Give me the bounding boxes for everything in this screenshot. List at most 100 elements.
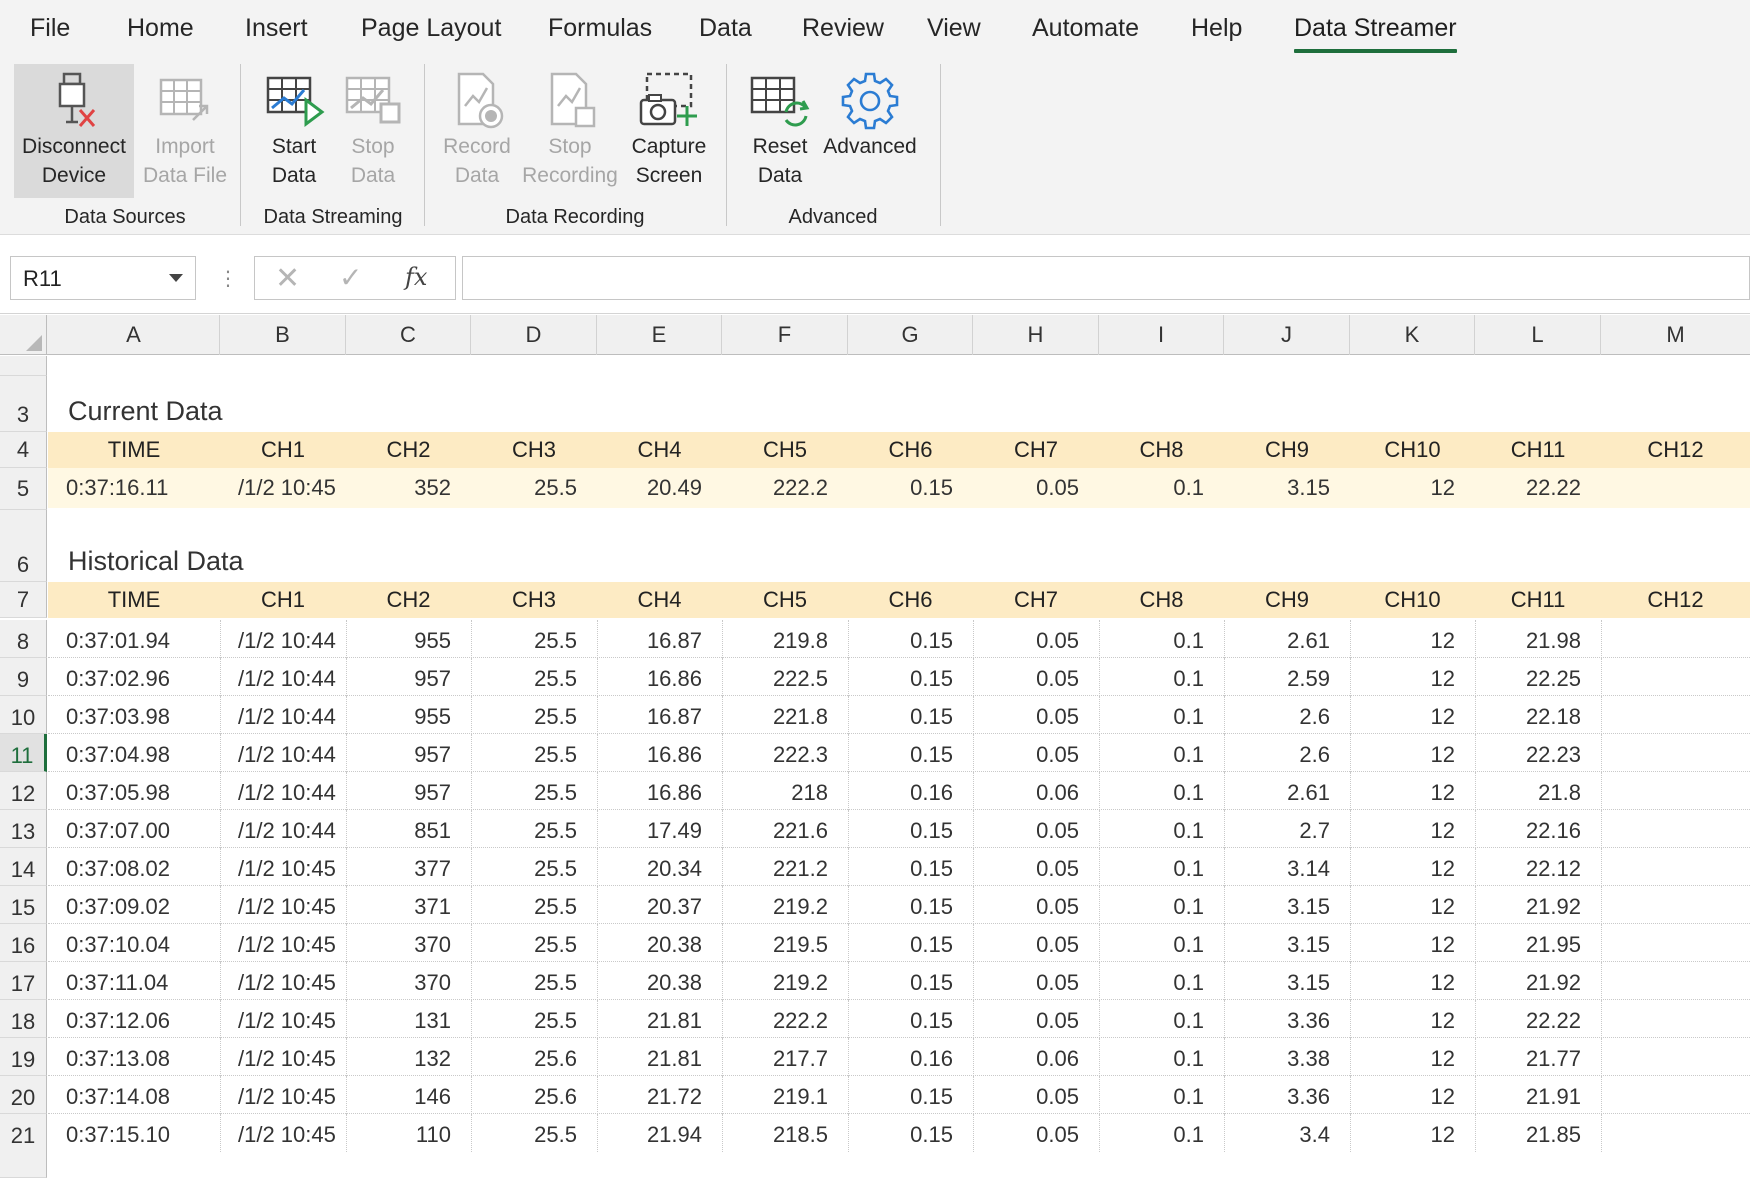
table-cell-h[interactable]: 0.05 (973, 810, 1099, 848)
table-cell-h[interactable]: 0.05 (973, 886, 1099, 924)
table-cell-m[interactable] (1601, 886, 1750, 924)
current-header-cell-b[interactable]: CH1 (220, 432, 346, 468)
row-header-8[interactable]: 8 (0, 620, 47, 658)
table-cell-k[interactable]: 12 (1350, 620, 1475, 658)
table-cell-a[interactable]: 0:37:14.08 (48, 1076, 220, 1114)
row-header-19[interactable]: 19 (0, 1038, 47, 1076)
row-header-3[interactable]: 3 (0, 376, 47, 432)
historical-header-cell-c[interactable]: CH2 (346, 582, 471, 618)
table-cell-l[interactable]: 21.95 (1475, 924, 1601, 962)
table-cell-j[interactable]: 2.6 (1224, 696, 1350, 734)
table-cell-m[interactable] (1601, 1076, 1750, 1114)
table-cell-d[interactable]: 25.5 (471, 810, 597, 848)
row-header-5[interactable]: 5 (0, 468, 47, 510)
table-cell-g[interactable]: 0.15 (848, 848, 973, 886)
historical-data-title[interactable]: Historical Data (68, 546, 244, 577)
table-cell-k[interactable]: 12 (1350, 962, 1475, 1000)
current-cell-j[interactable]: 3.15 (1224, 468, 1350, 508)
table-cell-c[interactable]: 131 (346, 1000, 471, 1038)
table-cell-l[interactable]: 21.92 (1475, 886, 1601, 924)
cancel-icon[interactable]: ✕ (275, 261, 300, 296)
current-header-cell-l[interactable]: CH11 (1475, 432, 1601, 468)
current-cell-l[interactable]: 22.22 (1475, 468, 1601, 508)
table-cell-c[interactable]: 110 (346, 1114, 471, 1152)
row-header-6[interactable]: 6 (0, 510, 47, 582)
table-cell-m[interactable] (1601, 1000, 1750, 1038)
historical-header-cell-e[interactable]: CH4 (597, 582, 722, 618)
row-header-11[interactable]: 11 (0, 734, 47, 772)
row-header-2[interactable] (0, 356, 47, 376)
historical-header-cell-d[interactable]: CH3 (471, 582, 597, 618)
historical-header-cell-b[interactable]: CH1 (220, 582, 346, 618)
table-cell-l[interactable]: 21.92 (1475, 962, 1601, 1000)
table-cell-b[interactable]: /1/2 10:45 (220, 924, 346, 962)
table-cell-g[interactable]: 0.15 (848, 1114, 973, 1152)
row-header-17[interactable]: 17 (0, 962, 47, 1000)
table-cell-b[interactable]: /1/2 10:45 (220, 848, 346, 886)
table-cell-b[interactable]: /1/2 10:45 (220, 1038, 346, 1076)
row-header-10[interactable]: 10 (0, 696, 47, 734)
table-cell-f[interactable]: 219.1 (722, 1076, 848, 1114)
table-cell-g[interactable]: 0.15 (848, 810, 973, 848)
table-cell-d[interactable]: 25.6 (471, 1038, 597, 1076)
table-cell-b[interactable]: /1/2 10:44 (220, 658, 346, 696)
record-data-button[interactable]: Record Data (436, 64, 518, 198)
table-cell-d[interactable]: 25.5 (471, 620, 597, 658)
table-cell-c[interactable]: 132 (346, 1038, 471, 1076)
table-cell-l[interactable]: 22.16 (1475, 810, 1601, 848)
table-cell-d[interactable]: 25.5 (471, 886, 597, 924)
table-cell-b[interactable]: /1/2 10:44 (220, 810, 346, 848)
table-cell-h[interactable]: 0.06 (973, 772, 1099, 810)
historical-header-cell-a[interactable]: TIME (48, 582, 220, 618)
table-cell-k[interactable]: 12 (1350, 1076, 1475, 1114)
table-cell-g[interactable]: 0.15 (848, 734, 973, 772)
row-header-18[interactable]: 18 (0, 1000, 47, 1038)
disconnect-device-button[interactable]: Disconnect Device (14, 64, 134, 198)
table-cell-l[interactable]: 22.18 (1475, 696, 1601, 734)
current-cell-f[interactable]: 222.2 (722, 468, 848, 508)
table-cell-f[interactable]: 222.3 (722, 734, 848, 772)
table-cell-a[interactable]: 0:37:03.98 (48, 696, 220, 734)
current-header-cell-m[interactable]: CH12 (1601, 432, 1750, 468)
table-cell-a[interactable]: 0:37:12.06 (48, 1000, 220, 1038)
row-header-21[interactable]: 21 (0, 1114, 47, 1178)
tab-review[interactable]: Review (802, 14, 884, 43)
table-cell-c[interactable]: 371 (346, 886, 471, 924)
tab-help[interactable]: Help (1191, 14, 1242, 43)
tab-automate[interactable]: Automate (1032, 14, 1139, 43)
table-cell-k[interactable]: 12 (1350, 772, 1475, 810)
table-cell-f[interactable]: 222.2 (722, 1000, 848, 1038)
table-cell-f[interactable]: 221.6 (722, 810, 848, 848)
table-cell-a[interactable]: 0:37:04.98 (48, 734, 220, 772)
table-cell-h[interactable]: 0.05 (973, 962, 1099, 1000)
table-cell-b[interactable]: /1/2 10:44 (220, 620, 346, 658)
table-cell-d[interactable]: 25.5 (471, 962, 597, 1000)
table-cell-g[interactable]: 0.15 (848, 886, 973, 924)
table-cell-m[interactable] (1601, 1038, 1750, 1076)
current-cell-i[interactable]: 0.1 (1099, 468, 1224, 508)
table-cell-k[interactable]: 12 (1350, 924, 1475, 962)
table-cell-f[interactable]: 221.8 (722, 696, 848, 734)
table-cell-c[interactable]: 370 (346, 962, 471, 1000)
table-cell-j[interactable]: 2.59 (1224, 658, 1350, 696)
table-cell-f[interactable]: 218.5 (722, 1114, 848, 1152)
table-cell-h[interactable]: 0.05 (973, 658, 1099, 696)
tab-data-streamer[interactable]: Data Streamer (1294, 14, 1457, 53)
table-cell-k[interactable]: 12 (1350, 1038, 1475, 1076)
table-cell-d[interactable]: 25.6 (471, 1076, 597, 1114)
table-cell-b[interactable]: /1/2 10:44 (220, 696, 346, 734)
table-cell-i[interactable]: 0.1 (1099, 734, 1224, 772)
current-cell-h[interactable]: 0.05 (973, 468, 1099, 508)
table-cell-a[interactable]: 0:37:07.00 (48, 810, 220, 848)
table-cell-b[interactable]: /1/2 10:44 (220, 734, 346, 772)
table-cell-i[interactable]: 0.1 (1099, 1076, 1224, 1114)
table-cell-h[interactable]: 0.06 (973, 1038, 1099, 1076)
table-cell-m[interactable] (1601, 962, 1750, 1000)
row-header-15[interactable]: 15 (0, 886, 47, 924)
table-cell-c[interactable]: 957 (346, 772, 471, 810)
table-cell-d[interactable]: 25.5 (471, 1114, 597, 1152)
table-cell-l[interactable]: 21.8 (1475, 772, 1601, 810)
table-cell-e[interactable]: 21.81 (597, 1000, 722, 1038)
table-cell-j[interactable]: 2.61 (1224, 620, 1350, 658)
current-cell-e[interactable]: 20.49 (597, 468, 722, 508)
